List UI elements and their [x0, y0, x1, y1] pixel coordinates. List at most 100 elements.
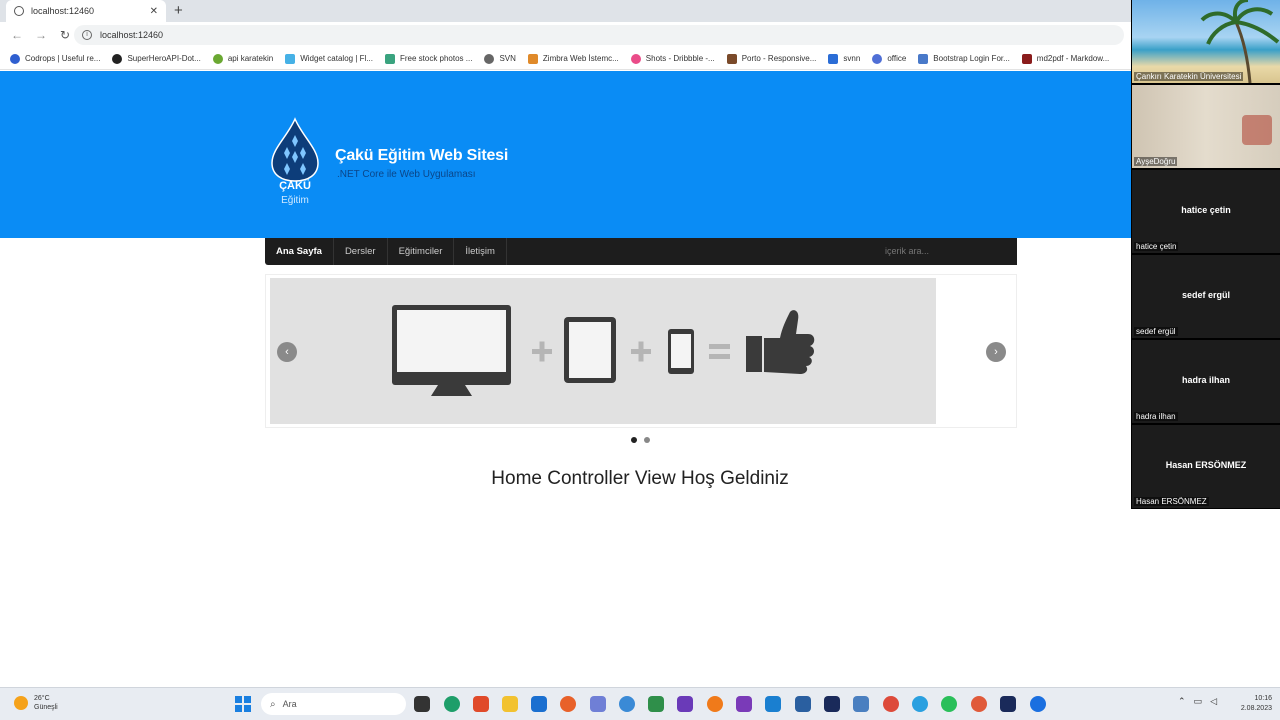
app-icon[interactable] [619, 696, 635, 712]
system-tray: ⌃ ▭ ◁ [1178, 696, 1225, 707]
photoshop-icon[interactable] [824, 696, 840, 712]
bookmark-item[interactable]: Widget catalog | Fl... [285, 53, 373, 64]
bookmark-item[interactable]: svnn [828, 53, 860, 64]
task-view-icon[interactable] [414, 696, 430, 712]
site-subtitle: .NET Core ile Web Uygulaması [337, 169, 476, 180]
carousel-dot[interactable] [631, 437, 637, 443]
bookmark-item[interactable]: Codrops | Useful re... [10, 53, 100, 64]
network-icon[interactable]: ▭ [1194, 696, 1203, 707]
browser-window: localhost:12460 ✕ + ← → ↻ i localhost:12… [0, 0, 1131, 687]
photoshop-icon[interactable] [1000, 696, 1016, 712]
bookmark-item[interactable]: api karatekin [212, 53, 273, 64]
bookmark-item[interactable]: Free stock photos ... [384, 53, 472, 64]
pexels-icon [384, 53, 395, 64]
clock-date: 2.08.2023 [1240, 705, 1272, 712]
video-tile[interactable]: Çankırı Karatekin Üniversitesi [1132, 0, 1280, 83]
carousel-next-button[interactable]: › [986, 342, 1006, 362]
chrome-icon[interactable] [883, 696, 899, 712]
info-icon[interactable]: i [82, 30, 92, 40]
taskbar-search-label: Ara [282, 699, 297, 709]
chevron-up-icon[interactable]: ⌃ [1178, 696, 1186, 707]
forward-icon[interactable]: → [34, 28, 48, 42]
windows-start-icon[interactable] [235, 696, 251, 712]
new-tab-icon[interactable]: + [174, 2, 183, 19]
telegram-icon[interactable] [912, 696, 928, 712]
carousel-dot[interactable] [644, 437, 650, 443]
url-field[interactable]: i localhost:12460 [74, 25, 1124, 45]
app-icon[interactable] [473, 696, 489, 712]
edge-icon[interactable] [444, 696, 460, 712]
bookmark-item[interactable]: Shots - Dribbble -... [630, 53, 715, 64]
carousel-prev-button[interactable]: ‹ [277, 342, 297, 362]
app-icon[interactable] [707, 696, 723, 712]
participant-display-name: Hasan ERSÖNMEZ [1165, 460, 1247, 470]
globe-icon [14, 6, 24, 16]
taskbar-clock[interactable]: 10:16 2.08.2023 [1234, 694, 1272, 714]
participant-name: hadra ilhan [1134, 412, 1178, 421]
md2pdf-icon [1021, 53, 1032, 64]
visual-studio-icon[interactable] [677, 696, 693, 712]
menu-item-contact[interactable]: İletişim [454, 238, 507, 265]
url-text: localhost:12460 [100, 30, 164, 40]
bookmark-item[interactable]: Zimbra Web İstemc... [527, 53, 619, 64]
bookmark-item[interactable]: Porto - Responsive... [726, 53, 816, 64]
video-tile[interactable]: hadra ilhan hadra ilhan [1132, 340, 1280, 423]
reload-icon[interactable]: ↻ [58, 28, 72, 42]
video-tile[interactable]: hatice çetin hatice çetin [1132, 170, 1280, 253]
video-tile[interactable]: AyşeDoğru [1132, 85, 1280, 168]
carousel-slide [270, 278, 936, 424]
app-icon[interactable] [590, 696, 606, 712]
firefox-icon[interactable] [560, 696, 576, 712]
app-icon[interactable] [853, 696, 869, 712]
participant-display-name: hatice çetin [1181, 205, 1231, 215]
video-tile[interactable]: sedef ergül sedef ergül [1132, 255, 1280, 338]
zoom-icon[interactable] [1030, 696, 1046, 712]
carousel: ‹ › [265, 274, 1017, 428]
palm-tree-image [1200, 0, 1280, 83]
screen: localhost:12460 ✕ + ← → ↻ i localhost:12… [0, 0, 1280, 720]
vscode-icon[interactable] [765, 696, 781, 712]
video-panel: Çankırı Karatekin Üniversitesi AyşeDoğru… [1131, 0, 1280, 509]
weather-temp: 26°C [34, 695, 50, 702]
tab-bar: localhost:12460 ✕ + [0, 0, 1131, 22]
browser-tab[interactable]: localhost:12460 ✕ [6, 0, 166, 22]
welcome-heading: Home Controller View Hoş Geldiniz [491, 468, 789, 489]
back-icon[interactable]: ← [10, 28, 24, 42]
search-input[interactable] [875, 238, 1017, 265]
zimbra-icon [527, 53, 538, 64]
file-explorer-icon[interactable] [502, 696, 518, 712]
logo-text: ÇAKÜ [279, 179, 311, 192]
weather-widget[interactable]: 26°C Güneşli [14, 694, 58, 712]
bookmark-item[interactable]: md2pdf - Markdow... [1021, 53, 1109, 64]
responsive-devices-illustration [392, 305, 815, 396]
participant-display-name: sedef ergül [1181, 290, 1230, 300]
app-icon[interactable] [971, 696, 987, 712]
app-icon[interactable] [648, 696, 664, 712]
close-icon[interactable]: ✕ [150, 6, 158, 17]
logo-drop-icon: ÇAKÜ Eğitim [271, 117, 319, 206]
bookmark-item[interactable]: Bootstrap Login For... [918, 53, 1010, 64]
menu-item-home[interactable]: Ana Sayfa [265, 238, 334, 265]
video-tile[interactable]: Hasan ERSÖNMEZ Hasan ERSÖNMEZ [1132, 425, 1280, 508]
menu-item-trainers[interactable]: Eğitimciler [388, 238, 455, 265]
clock-time: 10:16 [1254, 695, 1272, 702]
app-icon[interactable] [795, 696, 811, 712]
globe-icon [484, 53, 495, 64]
volume-icon[interactable]: ◁ [1210, 696, 1217, 707]
mail-icon[interactable] [531, 696, 547, 712]
visual-studio-icon[interactable] [736, 696, 752, 712]
taskbar-search[interactable]: ⌕ Ara [261, 693, 406, 715]
dribbble-icon [630, 53, 641, 64]
menu-item-courses[interactable]: Dersler [334, 238, 388, 265]
bookmark-item[interactable]: SVN [484, 53, 516, 64]
participant-name: AyşeDoğru [1134, 157, 1178, 166]
address-bar: ← → ↻ i localhost:12460 [0, 22, 1131, 48]
whatsapp-icon[interactable] [941, 696, 957, 712]
bookmark-item[interactable]: office [872, 53, 906, 64]
bootstrap-icon [918, 53, 929, 64]
participant-display-name: hadra ilhan [1181, 375, 1230, 385]
tab-title: localhost:12460 [31, 6, 95, 16]
api-icon [212, 53, 223, 64]
participant-name: sedef ergül [1134, 327, 1178, 336]
bookmark-item[interactable]: SuperHeroAPI-Dot... [112, 53, 201, 64]
